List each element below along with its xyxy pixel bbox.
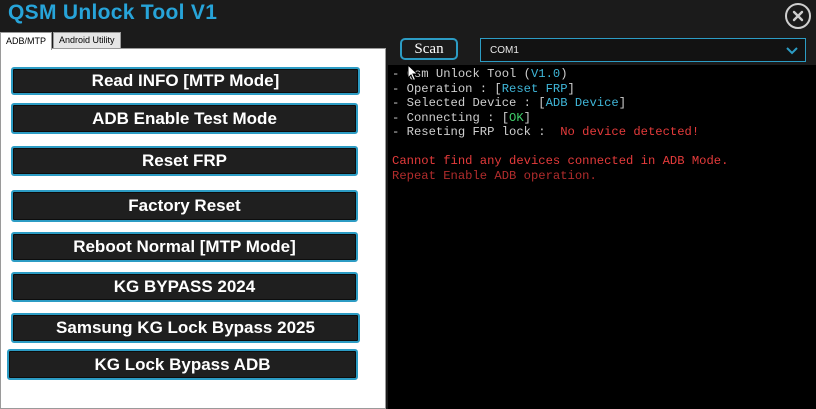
chevron-down-icon: [786, 47, 798, 55]
port-select[interactable]: COM1: [480, 38, 806, 62]
log-error-line: Repeat Enable ADB operation.: [392, 168, 597, 183]
tab-strip: ADB/MTP Android Utility: [0, 32, 122, 50]
kg-lock-bypass-adb-button[interactable]: KG Lock Bypass ADB: [7, 349, 358, 380]
close-icon: [792, 10, 804, 22]
factory-reset-button[interactable]: Factory Reset: [11, 190, 358, 222]
close-button[interactable]: [785, 3, 811, 29]
log-line: - Connecting : [OK]: [392, 110, 531, 125]
log-console: - Qsm Unlock Tool (V1.0) - Operation : […: [388, 67, 816, 409]
port-select-value: COM1: [490, 44, 519, 56]
tab-adb-mtp[interactable]: ADB/MTP: [0, 32, 53, 50]
log-line: - Reseting FRP lock : No device detected…: [392, 125, 700, 139]
log-line: - Qsm Unlock Tool (V1.0): [392, 67, 568, 81]
kg-bypass-2024-button[interactable]: KG BYPASS 2024: [11, 272, 358, 302]
adb-enable-test-mode-button[interactable]: ADB Enable Test Mode: [11, 103, 358, 134]
tab-android-utility[interactable]: Android Utility: [53, 32, 121, 48]
tab-content: Read INFO [MTP Mode] ADB Enable Test Mod…: [0, 48, 386, 409]
mouse-cursor-icon: [407, 64, 419, 82]
left-panel: ADB/MTP Android Utility Read INFO [MTP M…: [0, 32, 388, 409]
read-info-button[interactable]: Read INFO [MTP Mode]: [11, 67, 360, 95]
toolbar: Scan COM1: [388, 32, 816, 65]
log-line: - Selected Device : [ADB Device]: [392, 96, 627, 110]
log-line: - Operation : [Reset FRP]: [392, 81, 575, 96]
reset-frp-button[interactable]: Reset FRP: [11, 146, 358, 176]
log-error-line: Cannot find any devices connected in ADB…: [392, 154, 729, 168]
right-panel: Scan COM1 - Qsm Unlock Tool (V1.0) - Ope…: [388, 32, 816, 409]
title-bar: QSM Unlock Tool V1: [0, 0, 816, 30]
app-title: QSM Unlock Tool V1: [8, 1, 218, 24]
reboot-normal-button[interactable]: Reboot Normal [MTP Mode]: [11, 232, 358, 262]
scan-button[interactable]: Scan: [400, 38, 458, 60]
samsung-kg-lock-bypass-button[interactable]: Samsung KG Lock Bypass 2025: [11, 313, 360, 343]
